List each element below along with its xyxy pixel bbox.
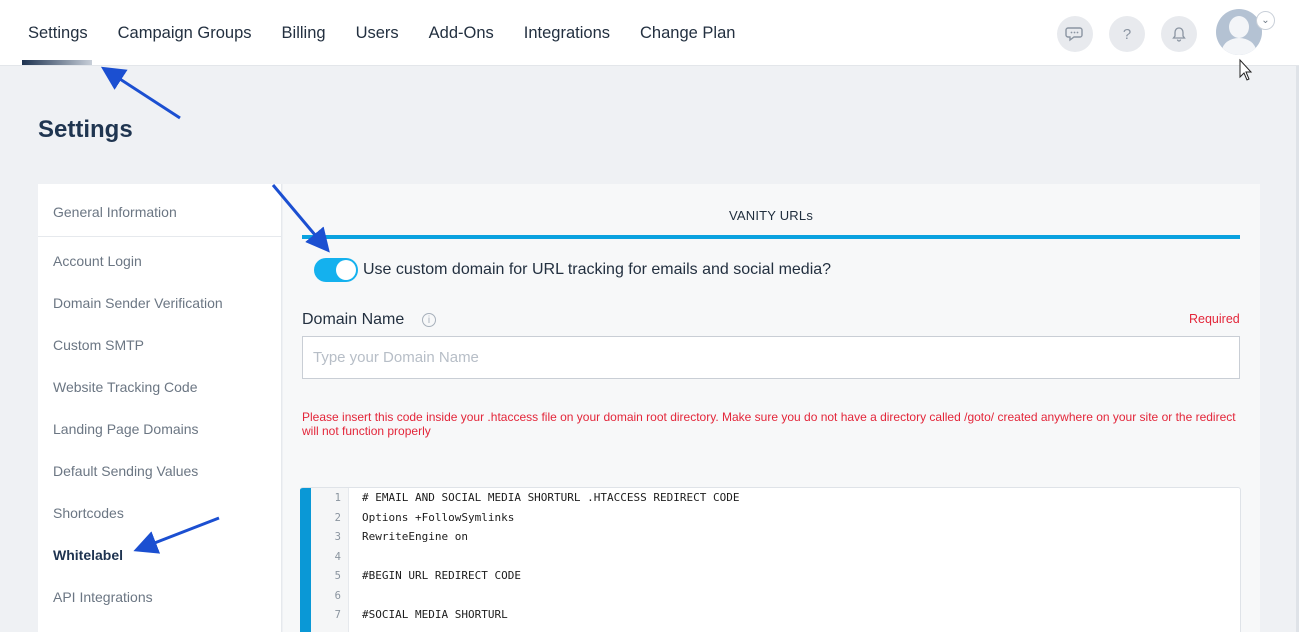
bell-icon[interactable] [1161,16,1197,52]
htaccess-code-block[interactable]: 1 # EMAIL AND SOCIAL MEDIA SHORTURL .HTA… [300,487,1241,632]
nav-settings[interactable]: Settings [28,24,88,43]
custom-domain-toggle-label: Use custom domain for URL tracking for e… [363,261,832,278]
sidebar-item-api-integrations[interactable]: API Integrations [53,589,153,605]
main-nav: Settings Campaign Groups Billing Users A… [28,0,765,66]
line-number: 4 [334,551,341,563]
line-number: 1 [334,492,341,504]
sidebar-item-shortcodes[interactable]: Shortcodes [53,505,124,521]
avatar-head [1229,16,1249,38]
code-line: 6 [300,586,1240,606]
help-glyph: ? [1122,25,1132,43]
htaccess-warning: Please insert this code inside your .hta… [302,410,1236,438]
code-line: 4 [300,547,1240,567]
domain-name-input[interactable] [302,336,1240,379]
line-code: # EMAIL AND SOCIAL MEDIA SHORTURL .HTACC… [362,491,740,504]
vanity-urls-panel: VANITY URLs Use custom domain for URL tr… [283,184,1260,632]
bell-icon-glyph [1172,27,1186,42]
sidebar-item-landing-page-domains[interactable]: Landing Page Domains [53,421,199,437]
nav-add-ons[interactable]: Add-Ons [429,24,494,43]
top-navbar: Settings Campaign Groups Billing Users A… [0,0,1299,66]
sidebar-item-custom-smtp[interactable]: Custom SMTP [53,337,144,353]
sidebar-item-account-login[interactable]: Account Login [53,253,142,269]
sidebar-item-default-sending-values[interactable]: Default Sending Values [53,463,198,479]
sidebar-item-domain-sender-verification[interactable]: Domain Sender Verification [53,295,223,311]
sidebar-item-website-tracking-code[interactable]: Website Tracking Code [53,379,197,395]
code-line: 1 # EMAIL AND SOCIAL MEDIA SHORTURL .HTA… [300,488,1240,508]
code-line: 7 #SOCIAL MEDIA SHORTURL [300,605,1240,625]
line-number: 6 [334,590,341,602]
annotation-arrow-settings [100,66,181,120]
code-line: 2 Options +FollowSymlinks [300,508,1240,528]
avatar-caret-glyph: ⌄ [1261,15,1270,26]
nav-billing[interactable]: Billing [282,24,326,43]
line-code: RewriteEngine on [362,530,468,543]
code-line: 3 RewriteEngine on [300,527,1240,547]
line-code: #SOCIAL MEDIA SHORTURL [362,608,508,621]
avatar-body [1222,38,1256,55]
line-code: Options +FollowSymlinks [362,511,515,524]
nav-change-plan[interactable]: Change Plan [640,24,735,43]
custom-domain-toggle[interactable] [314,258,358,282]
line-number: 3 [334,531,341,543]
sidebar-item-whitelabel[interactable]: Whitelabel [53,547,123,563]
line-code: #BEGIN URL REDIRECT CODE [362,569,521,582]
chat-icon-glyph [1065,27,1083,42]
required-indicator: Required [1189,312,1240,326]
code-line: 5 #BEGIN URL REDIRECT CODE [300,566,1240,586]
panel-title-underline [302,235,1240,239]
nav-users[interactable]: Users [356,24,399,43]
sidebar-item-general-information[interactable]: General Information [53,204,177,220]
nav-integrations[interactable]: Integrations [524,24,610,43]
info-icon[interactable]: i [422,313,436,327]
info-glyph: i [427,314,431,326]
line-number: 5 [334,570,341,582]
sidebar-divider [38,236,282,237]
help-icon[interactable]: ? [1109,16,1145,52]
domain-name-label: Domain Name [302,311,405,328]
settings-sidebar: General Information Account Login Domain… [38,184,282,632]
line-number: 7 [334,609,341,621]
toggle-knob [336,260,356,280]
nav-campaign-groups[interactable]: Campaign Groups [118,24,252,43]
chat-icon[interactable] [1057,16,1093,52]
line-number: 2 [334,512,341,524]
user-avatar[interactable] [1216,9,1262,55]
panel-title: VANITY URLs [728,208,814,223]
active-tab-indicator [22,60,92,65]
chevron-down-icon[interactable]: ⌄ [1256,11,1275,30]
page-title: Settings [38,116,133,143]
